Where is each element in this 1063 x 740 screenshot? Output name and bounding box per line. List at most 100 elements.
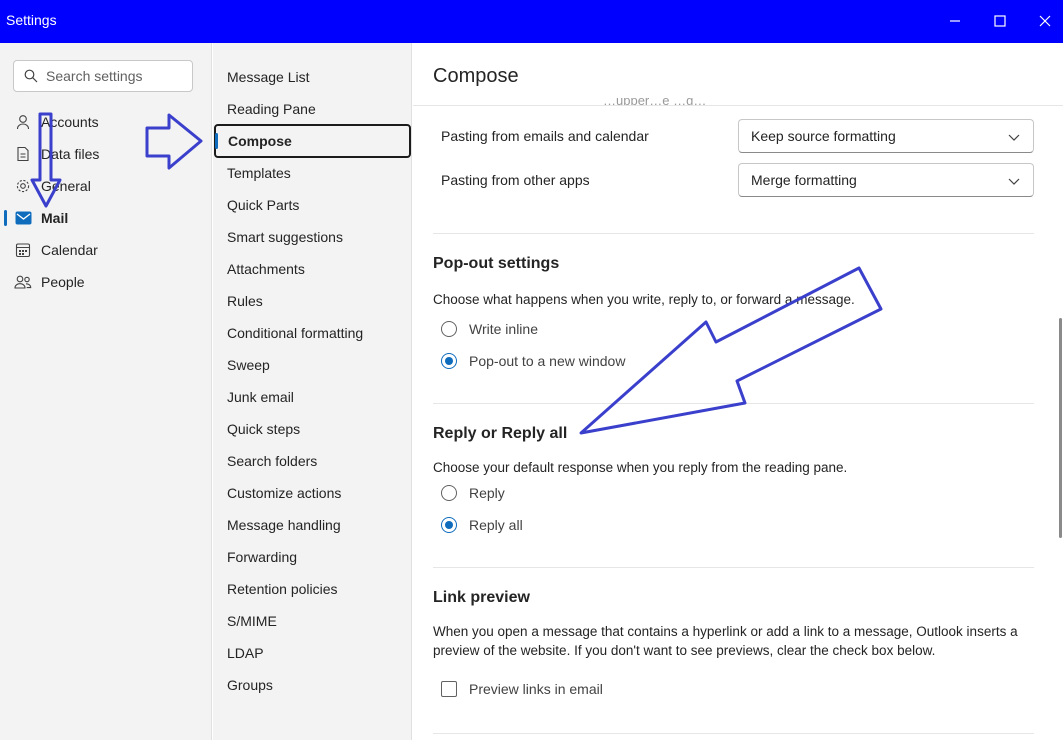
- nav-item-accounts[interactable]: Accounts: [0, 106, 211, 138]
- radio-reply-all[interactable]: Reply all: [441, 517, 523, 533]
- popout-heading: Pop-out settings: [433, 255, 560, 272]
- clipped-scrolled-text: …upper…e …g…: [603, 93, 707, 105]
- chevron-down-icon: [1008, 178, 1020, 185]
- nav-item-calendar[interactable]: Calendar: [0, 234, 211, 266]
- mail-nav-item-ldap[interactable]: LDAP: [213, 637, 411, 669]
- mail-nav-label: Rules: [227, 293, 263, 309]
- maximize-button[interactable]: [985, 8, 1015, 34]
- radio-popout-new-window[interactable]: Pop-out to a new window: [441, 353, 625, 369]
- minimize-button[interactable]: [940, 8, 970, 34]
- paste-other-apps-dropdown[interactable]: Merge formatting: [738, 163, 1034, 197]
- mail-nav-label: LDAP: [227, 645, 264, 661]
- maximize-icon: [994, 15, 1006, 27]
- close-icon: [1039, 15, 1051, 27]
- minimize-icon: [950, 20, 960, 22]
- link-preview-heading: Link preview: [433, 589, 530, 606]
- mail-nav-label: Forwarding: [227, 549, 298, 565]
- mail-nav-label: Attachments: [227, 261, 305, 277]
- mail-nav-item-retention-policies[interactable]: Retention policies: [213, 573, 411, 605]
- paste-other-apps-value: Merge formatting: [751, 172, 857, 188]
- mail-nav-item-message-handling[interactable]: Message handling: [213, 509, 411, 541]
- mail-nav-item-sweep[interactable]: Sweep: [213, 349, 411, 381]
- search-icon: [24, 69, 38, 83]
- radio-label: Write inline: [469, 321, 538, 337]
- mail-nav-label: Conditional formatting: [227, 325, 364, 341]
- mail-nav-label: Groups: [227, 677, 273, 693]
- paste-emails-dropdown[interactable]: Keep source formatting: [738, 119, 1034, 153]
- content-scrollbar[interactable]: [1059, 105, 1063, 740]
- nav-item-mail[interactable]: Mail: [0, 202, 211, 234]
- scrollbar-thumb[interactable]: [1059, 318, 1062, 538]
- preview-links-checkbox[interactable]: Preview links in email: [441, 681, 603, 697]
- gear-icon: [14, 177, 32, 195]
- settings-category-nav: Accounts Data files General Mail Calenda…: [0, 43, 212, 740]
- mail-nav-item-smime[interactable]: S/MIME: [213, 605, 411, 637]
- checkbox-box: [441, 681, 457, 697]
- radio-label: Reply all: [469, 517, 523, 533]
- radio-circle: [441, 485, 457, 501]
- mail-nav-label: Quick Parts: [227, 197, 300, 213]
- search-input[interactable]: [46, 68, 186, 84]
- mail-nav-label: Message handling: [227, 517, 341, 533]
- nav-item-people[interactable]: People: [0, 266, 211, 298]
- paste-emails-value: Keep source formatting: [751, 128, 896, 144]
- radio-label: Pop-out to a new window: [469, 353, 626, 369]
- mail-nav-label: Smart suggestions: [227, 229, 343, 245]
- mail-nav-item-reading-pane[interactable]: Reading Pane: [213, 93, 411, 125]
- nav-item-general[interactable]: General: [0, 170, 211, 202]
- mail-nav-label: Templates: [227, 165, 291, 181]
- mail-nav-item-quick-steps[interactable]: Quick steps: [213, 413, 411, 445]
- mail-nav-label: Customize actions: [227, 485, 342, 501]
- mail-nav-item-conditional-formatting[interactable]: Conditional formatting: [213, 317, 411, 349]
- mail-settings-nav: Message List Reading Pane Compose Templa…: [213, 43, 412, 740]
- mail-nav-item-compose[interactable]: Compose: [214, 124, 411, 158]
- chevron-down-icon: [1008, 134, 1020, 141]
- mail-nav-item-message-list[interactable]: Message List: [213, 61, 411, 93]
- reply-heading: Reply or Reply all: [433, 425, 568, 442]
- search-box[interactable]: [13, 60, 193, 92]
- mail-nav-item-quick-parts[interactable]: Quick Parts: [213, 189, 411, 221]
- mail-nav-item-search-folders[interactable]: Search folders: [213, 445, 411, 477]
- reply-description: Choose your default response when you re…: [433, 460, 848, 475]
- mail-nav-item-groups[interactable]: Groups: [213, 669, 411, 701]
- radio-circle-selected: [441, 517, 457, 533]
- section-divider: [433, 233, 1034, 234]
- nav-item-label: General: [41, 178, 91, 194]
- radio-circle: [441, 321, 457, 337]
- checkbox-label: Preview links in email: [469, 681, 603, 697]
- radio-write-inline[interactable]: Write inline: [441, 321, 538, 337]
- mail-nav-label: Compose: [228, 133, 292, 149]
- nav-item-label: Mail: [41, 210, 69, 226]
- page-title: Compose: [433, 65, 519, 87]
- calendar-icon: [14, 241, 32, 259]
- mail-nav-label: Retention policies: [227, 581, 338, 597]
- close-button[interactable]: [1030, 8, 1060, 34]
- header-divider: [413, 105, 1063, 106]
- mail-nav-item-rules[interactable]: Rules: [213, 285, 411, 317]
- document-icon: [14, 145, 32, 163]
- section-divider: [433, 567, 1034, 568]
- radio-circle-selected: [441, 353, 457, 369]
- nav-item-label: Data files: [41, 146, 100, 162]
- mail-nav-label: S/MIME: [227, 613, 277, 629]
- person-icon: [14, 113, 32, 131]
- mail-nav-label: Search folders: [227, 453, 318, 469]
- compose-settings-panel: Compose …upper…e …g… Pasting from emails…: [413, 43, 1063, 740]
- radio-label: Reply: [469, 485, 505, 501]
- mail-nav-item-attachments[interactable]: Attachments: [213, 253, 411, 285]
- mail-nav-item-smart-suggestions[interactable]: Smart suggestions: [213, 221, 411, 253]
- mail-nav-label: Message List: [227, 69, 310, 85]
- radio-reply[interactable]: Reply: [441, 485, 505, 501]
- mail-nav-item-templates[interactable]: Templates: [213, 157, 411, 189]
- people-icon: [14, 273, 32, 291]
- mail-nav-item-junk-email[interactable]: Junk email: [213, 381, 411, 413]
- popout-description: Choose what happens when you write, repl…: [433, 292, 855, 307]
- mail-nav-label: Reading Pane: [227, 101, 316, 117]
- nav-item-label: Calendar: [41, 242, 98, 258]
- nav-item-data-files[interactable]: Data files: [0, 138, 211, 170]
- mail-nav-item-customize-actions[interactable]: Customize actions: [213, 477, 411, 509]
- section-divider: [433, 733, 1034, 734]
- section-divider: [433, 403, 1034, 404]
- mail-nav-item-forwarding[interactable]: Forwarding: [213, 541, 411, 573]
- paste-emails-label: Pasting from emails and calendar: [441, 128, 649, 144]
